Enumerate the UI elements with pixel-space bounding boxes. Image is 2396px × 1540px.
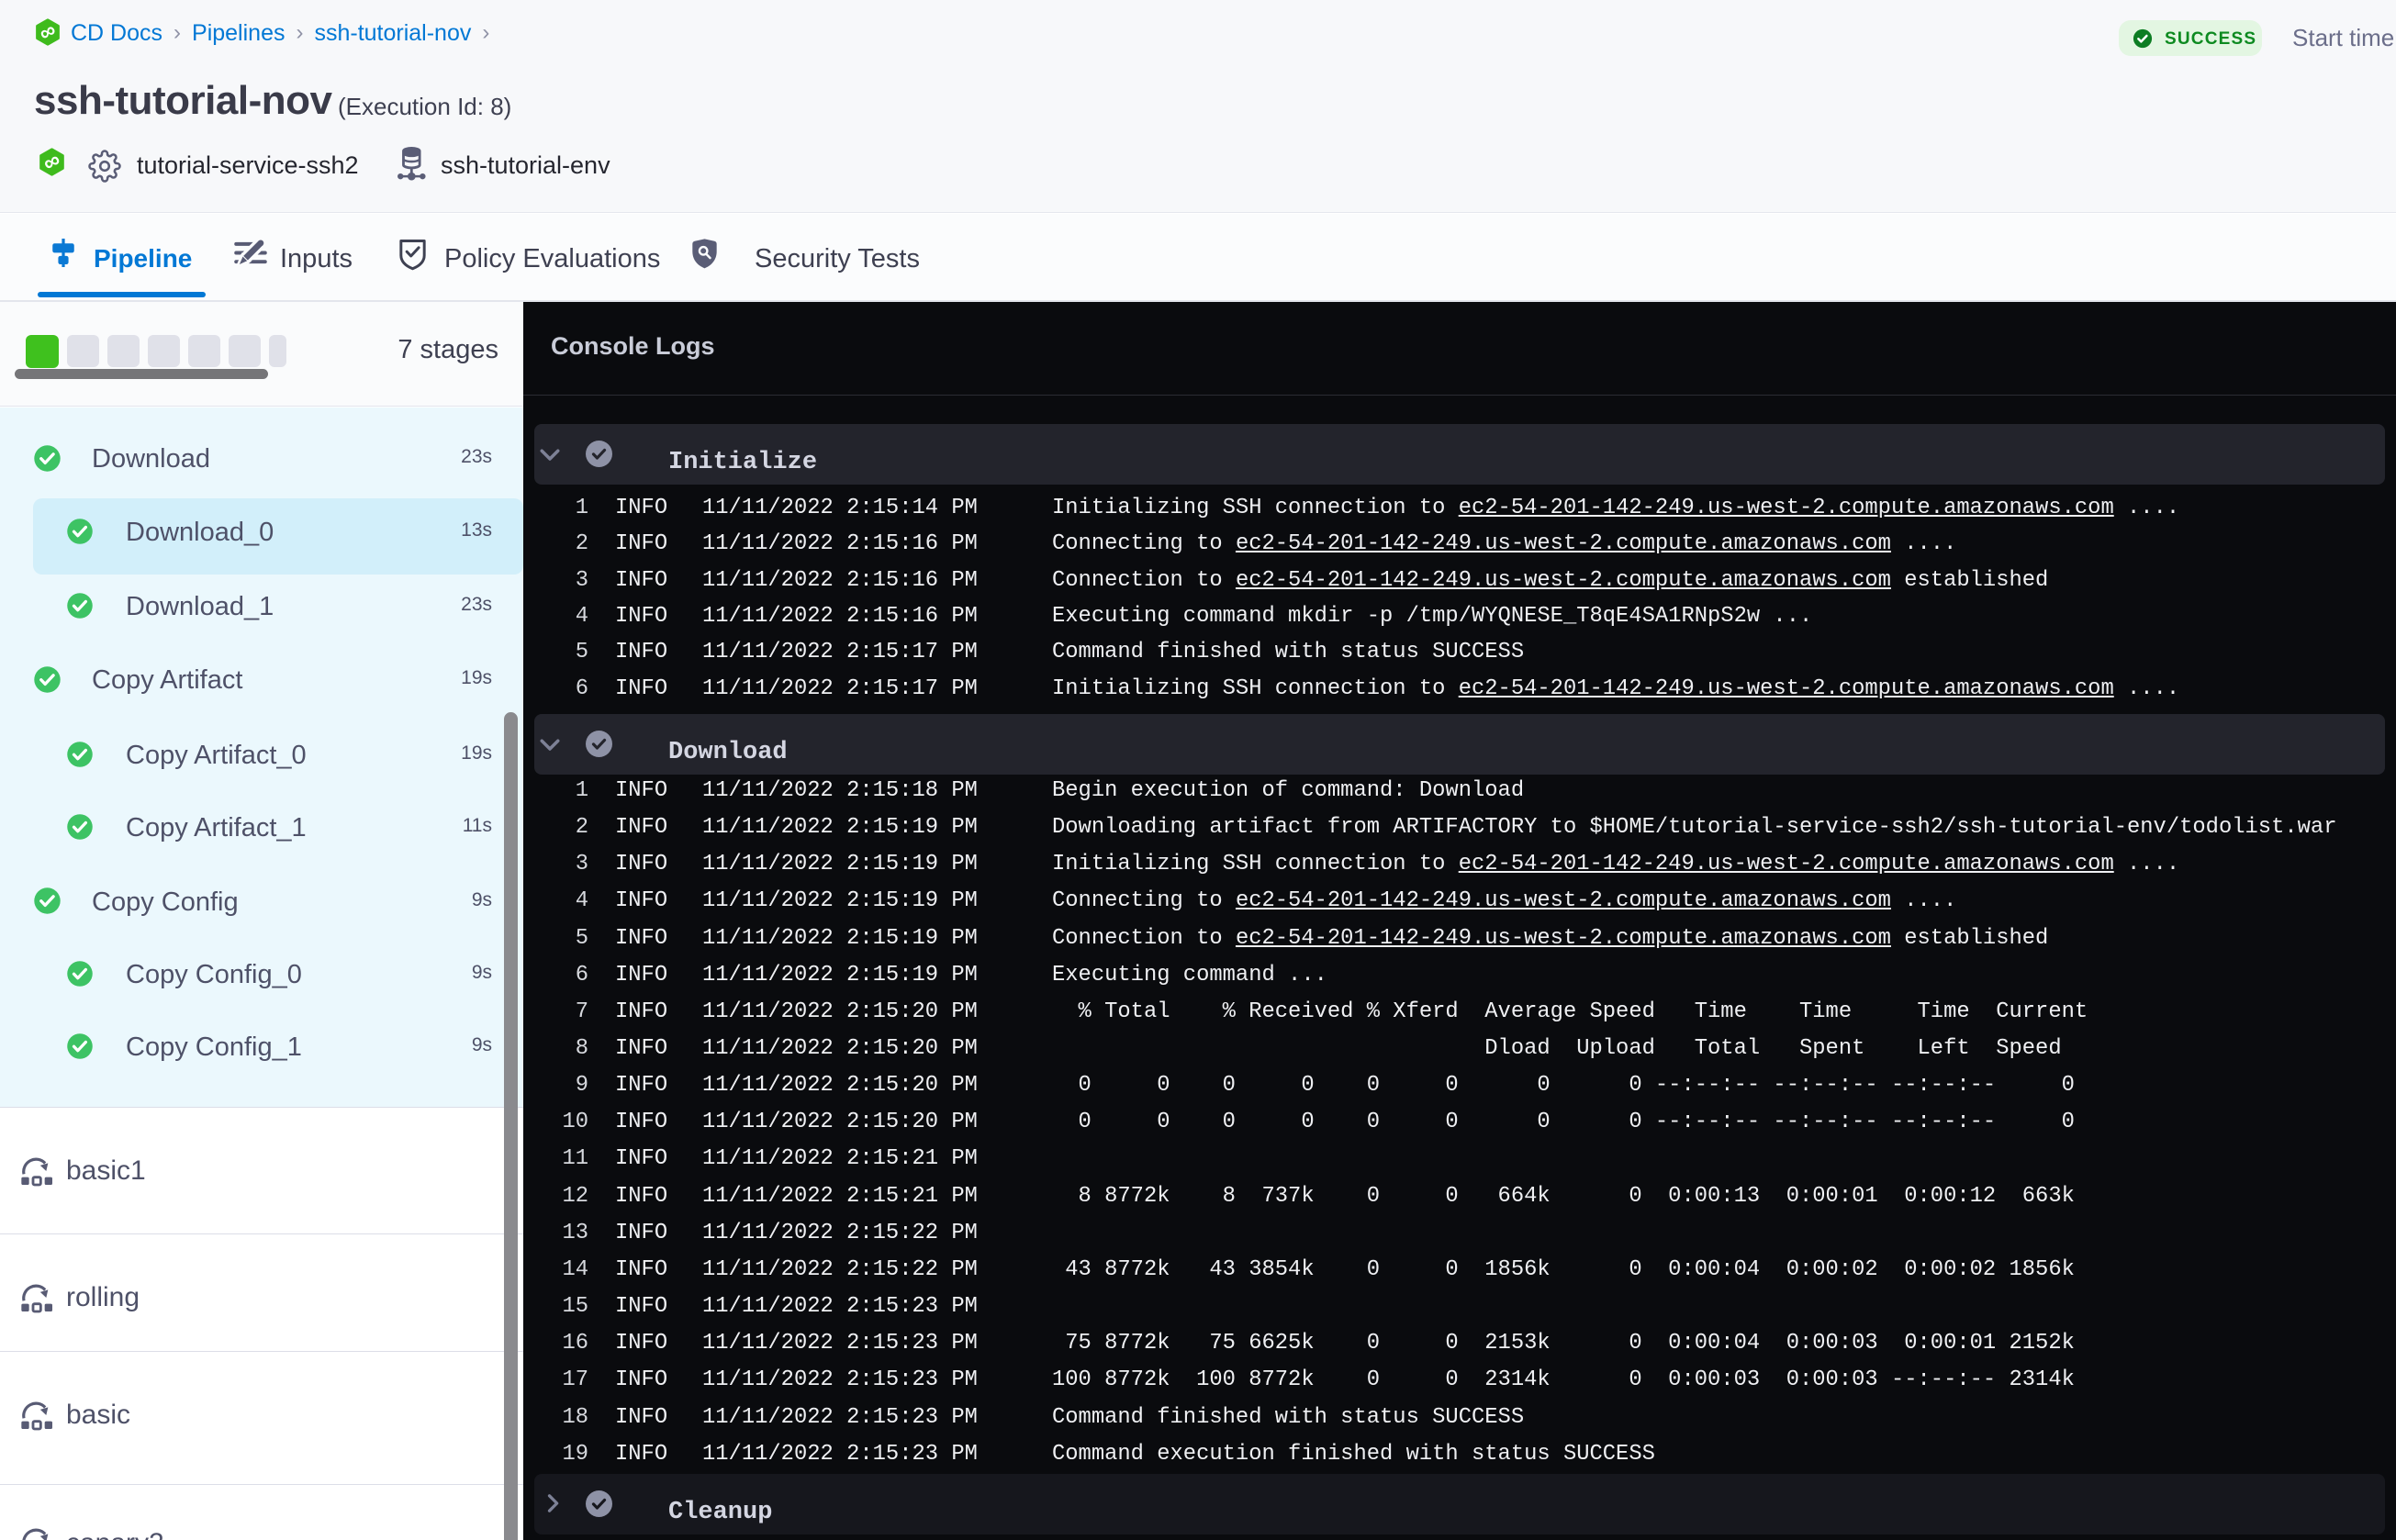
svg-text:∞: ∞: [35, 18, 61, 46]
svg-text:∞: ∞: [39, 148, 64, 176]
